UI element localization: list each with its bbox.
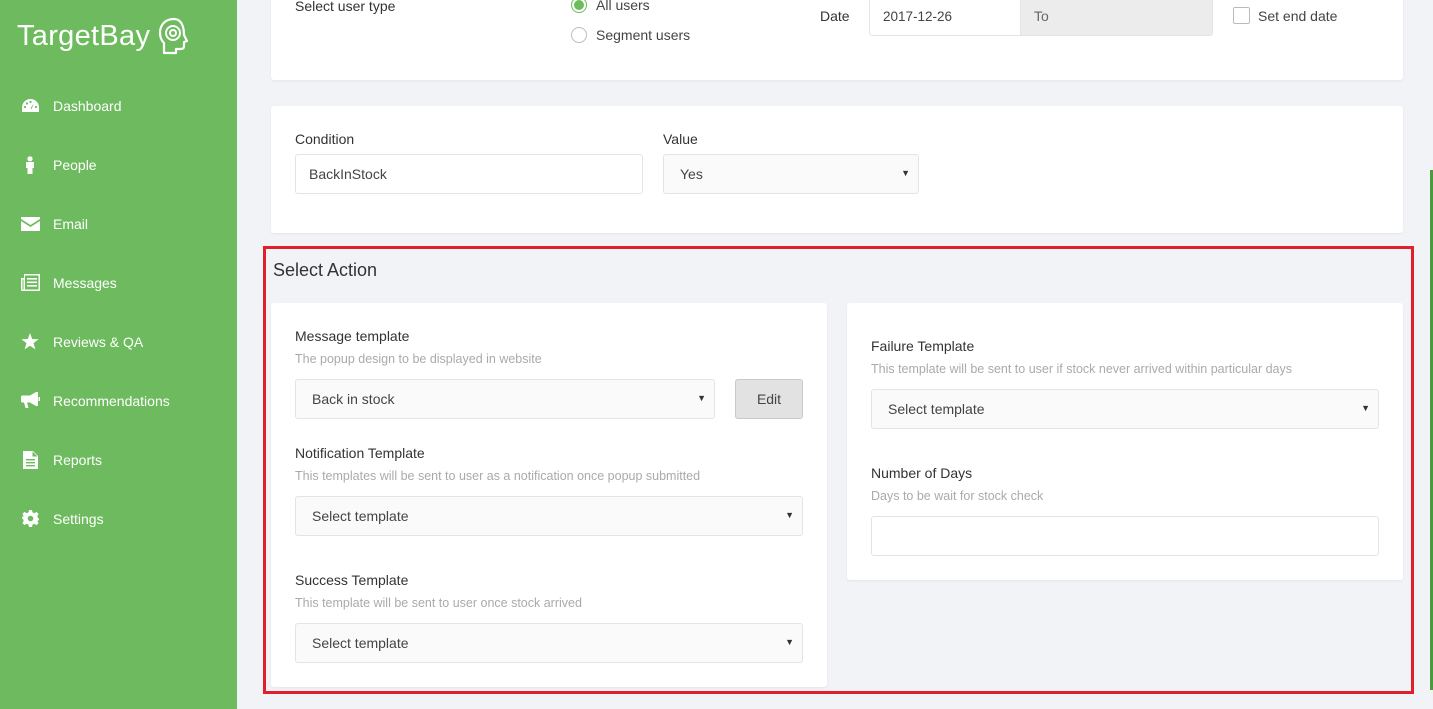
chevron-down-icon: ▼ xyxy=(901,168,910,178)
set-end-date-checkbox[interactable]: Set end date xyxy=(1233,7,1337,24)
sidebar-item-label: Messages xyxy=(53,274,117,291)
chevron-down-icon: ▼ xyxy=(697,393,706,403)
success-template-label: Success Template xyxy=(295,572,409,588)
chevron-down-icon: ▼ xyxy=(785,510,794,520)
number-of-days-label: Number of Days xyxy=(871,465,973,481)
number-of-days-help: Days to be wait for stock check xyxy=(871,489,1044,503)
chevron-down-icon: ▼ xyxy=(1361,403,1370,413)
failure-template-select[interactable]: Select template ▼ xyxy=(871,389,1379,429)
condition-value: BackInStock xyxy=(309,166,387,182)
sidebar-item-dashboard[interactable]: Dashboard xyxy=(0,76,237,135)
radio-unselected-icon xyxy=(571,27,587,43)
notification-template-select[interactable]: Select template ▼ xyxy=(295,496,803,536)
condition-input[interactable]: BackInStock xyxy=(295,154,643,194)
sidebar-item-label: Dashboard xyxy=(53,97,122,114)
sidebar-item-label: Recommendations xyxy=(53,392,170,409)
envelope-icon xyxy=(20,214,40,234)
star-icon xyxy=(20,332,40,352)
value-select[interactable]: Yes ▼ xyxy=(663,154,919,194)
condition-card: Condition BackInStock Value Yes ▼ xyxy=(271,106,1403,233)
message-template-label: Message template xyxy=(295,328,410,344)
sidebar-item-people[interactable]: People xyxy=(0,135,237,194)
start-date-input[interactable]: 2017-12-26 xyxy=(869,0,1021,36)
notification-template-selected: Select template xyxy=(312,508,409,524)
sidebar-item-label: People xyxy=(53,156,97,173)
edit-button[interactable]: Edit xyxy=(735,379,803,419)
brand-logo[interactable]: TargetBay xyxy=(17,14,192,58)
failure-template-label: Failure Template xyxy=(871,338,975,354)
value-label: Value xyxy=(663,131,698,147)
end-date-placeholder: To xyxy=(1034,8,1049,24)
template-card-left: Message template The popup design to be … xyxy=(271,303,827,687)
sidebar-item-settings[interactable]: Settings xyxy=(0,489,237,548)
end-date-input[interactable]: To xyxy=(1020,0,1213,36)
failure-template-selected: Select template xyxy=(888,401,985,417)
notification-template-help: This templates will be sent to user as a… xyxy=(295,469,701,483)
radio-segment-users-label: Segment users xyxy=(596,27,691,43)
schedule-card: Select user type All users Segment users… xyxy=(271,0,1403,80)
gear-icon xyxy=(20,509,40,529)
sidebar-nav: Dashboard People Email Messages Reviews … xyxy=(0,76,237,548)
sidebar-item-reports[interactable]: Reports xyxy=(0,430,237,489)
person-icon xyxy=(20,155,40,175)
chevron-down-icon: ▼ xyxy=(785,637,794,647)
failure-template-help: This template will be sent to user if st… xyxy=(871,362,1293,376)
set-end-date-label: Set end date xyxy=(1258,7,1338,24)
sidebar-item-label: Settings xyxy=(53,510,104,527)
brand-name: TargetBay xyxy=(17,19,151,52)
sidebar-item-recommendations[interactable]: Recommendations xyxy=(0,371,237,430)
sidebar: TargetBay Dashboard People Email Message… xyxy=(0,0,237,709)
sidebar-item-label: Reviews & QA xyxy=(53,333,144,350)
message-template-select[interactable]: Back in stock ▼ xyxy=(295,379,715,419)
radio-segment-users[interactable]: Segment users xyxy=(571,27,690,43)
success-template-select[interactable]: Select template ▼ xyxy=(295,623,803,663)
message-template-help: The popup design to be displayed in webs… xyxy=(295,352,542,366)
success-template-selected: Select template xyxy=(312,635,409,651)
success-template-help: This template will be sent to user once … xyxy=(295,596,582,610)
date-label: Date xyxy=(820,8,850,24)
notification-template-label: Notification Template xyxy=(295,445,425,461)
sidebar-item-messages[interactable]: Messages xyxy=(0,253,237,312)
checkbox-icon xyxy=(1233,7,1250,24)
value-selected: Yes xyxy=(680,166,703,182)
template-card-right: Failure Template This template will be s… xyxy=(847,303,1403,580)
number-of-days-input[interactable] xyxy=(871,516,1379,556)
message-template-selected: Back in stock xyxy=(312,391,395,407)
select-action-title: Select Action xyxy=(273,260,378,280)
document-icon xyxy=(20,450,40,470)
sidebar-item-email[interactable]: Email xyxy=(0,194,237,253)
messages-icon xyxy=(20,273,40,293)
megaphone-icon xyxy=(20,391,40,411)
radio-selected-icon xyxy=(571,0,587,13)
sidebar-item-label: Email xyxy=(53,215,89,232)
sidebar-item-reviews-qa[interactable]: Reviews & QA xyxy=(0,312,237,371)
head-target-icon xyxy=(159,17,189,55)
radio-all-users[interactable]: All users xyxy=(571,0,650,13)
sidebar-item-label: Reports xyxy=(53,451,103,468)
start-date-value: 2017-12-26 xyxy=(883,8,953,24)
condition-label: Condition xyxy=(295,131,355,147)
radio-all-users-label: All users xyxy=(596,0,650,13)
user-type-label: Select user type xyxy=(295,0,396,14)
dashboard-icon xyxy=(20,96,40,116)
